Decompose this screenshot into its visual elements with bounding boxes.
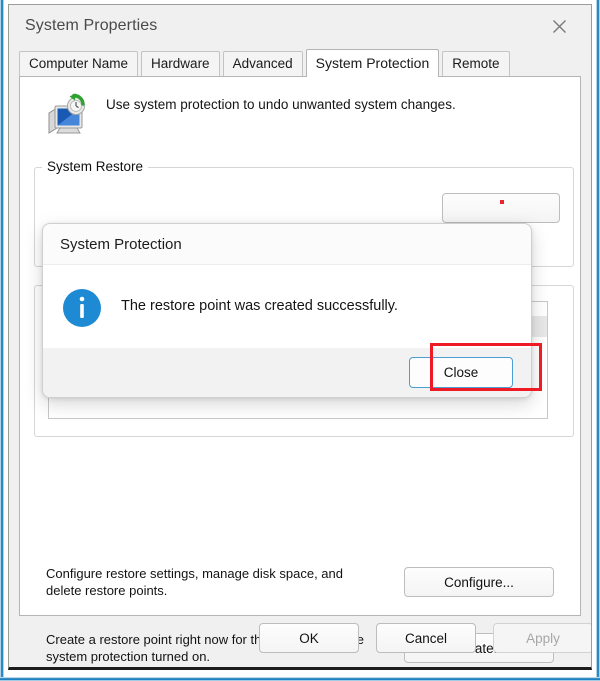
tab-system-protection[interactable]: System Protection — [305, 49, 440, 77]
system-properties-window: System Properties Computer Name Hardware… — [8, 4, 592, 670]
cancel-button[interactable]: Cancel — [376, 623, 476, 653]
intro-text: Use system protection to undo unwanted s… — [106, 97, 456, 112]
close-x-icon — [552, 19, 567, 34]
window-title: System Properties — [25, 17, 158, 34]
window-accent-edge-right — [596, 0, 600, 681]
intro-row: Use system protection to undo unwanted s… — [34, 87, 568, 151]
configure-row: Configure restore settings, manage disk … — [46, 565, 554, 613]
annotation-dot — [500, 200, 504, 204]
tab-remote[interactable]: Remote — [442, 51, 510, 76]
system-protection-message-dialog: System Protection The restore point was … — [42, 223, 532, 398]
close-window-button[interactable] — [537, 11, 581, 41]
dialog-body: The restore point was created successful… — [43, 264, 531, 349]
apply-button: Apply — [493, 623, 591, 653]
tab-hardware[interactable]: Hardware — [141, 51, 220, 76]
ok-button[interactable]: OK — [259, 623, 359, 653]
dialog-title: System Protection — [60, 236, 182, 253]
system-restore-group-label: System Restore — [42, 159, 149, 174]
configure-button[interactable]: Configure... — [404, 567, 554, 597]
info-icon — [62, 288, 102, 328]
window-accent-edge-left — [0, 0, 4, 681]
tab-advanced[interactable]: Advanced — [222, 51, 303, 76]
tab-computer-name[interactable]: Computer Name — [19, 51, 139, 76]
titlebar: System Properties — [9, 5, 591, 49]
window-accent-edge-bottom — [0, 677, 600, 681]
dialog-close-button[interactable]: Close — [409, 357, 513, 388]
system-restore-icon — [44, 93, 88, 137]
dialog-message: The restore point was created successful… — [121, 298, 398, 314]
screenshot-root: System Properties Computer Name Hardware… — [0, 0, 600, 681]
dialog-button-bar: OK Cancel Apply — [9, 619, 591, 659]
system-restore-button[interactable] — [442, 193, 560, 223]
configure-description: Configure restore settings, manage disk … — [46, 566, 344, 598]
dialog-footer: Close — [43, 348, 531, 397]
tab-strip: Computer Name Hardware Advanced System P… — [19, 49, 581, 77]
